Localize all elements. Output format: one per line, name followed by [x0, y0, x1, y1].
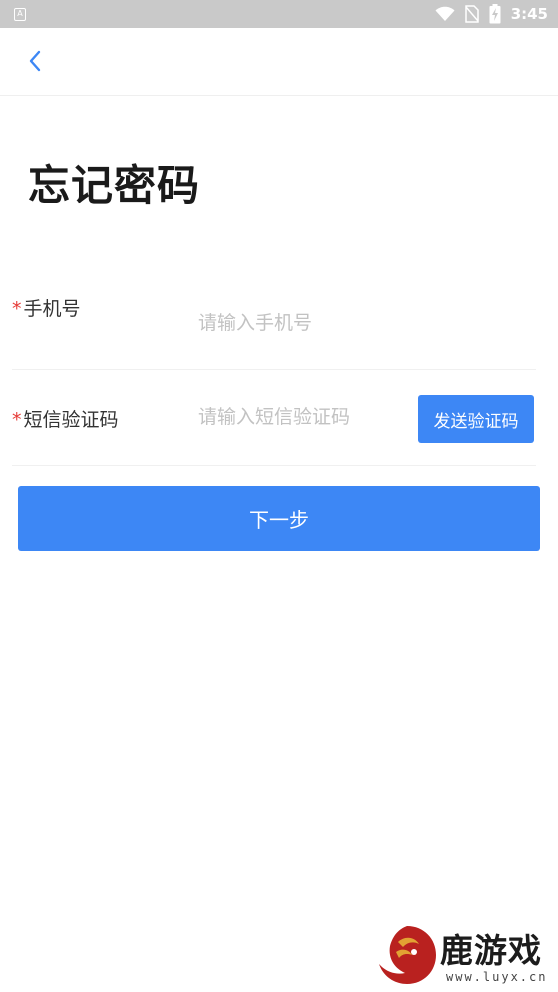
phone-input[interactable] [198, 308, 518, 338]
back-button[interactable] [22, 48, 48, 74]
status-bar: A 3:45 [0, 0, 558, 28]
no-sim-icon [464, 5, 479, 23]
required-mark: * [12, 298, 22, 320]
required-mark: * [12, 409, 22, 431]
status-time: 3:45 [510, 5, 548, 23]
page-title: 忘记密码 [28, 161, 201, 210]
a-notification-letter: A [17, 9, 23, 18]
watermark: 鹿游戏 www.luyx.cn [374, 920, 558, 992]
sms-code-input[interactable] [198, 402, 408, 432]
sms-code-label: 短信验证码 [23, 409, 119, 431]
watermark-brand: 鹿游戏 [440, 931, 542, 970]
chevron-left-icon [29, 50, 41, 72]
sms-code-row: *短信验证码 发送验证码 [12, 371, 536, 466]
a-notification-icon: A [14, 7, 26, 21]
send-code-button[interactable]: 发送验证码 [418, 395, 534, 443]
watermark-url: www.luyx.cn [446, 970, 548, 984]
wifi-icon [435, 6, 455, 21]
phone-label: 手机号 [23, 298, 81, 320]
phone-label-group: * 手机号 [12, 294, 81, 321]
status-right: 3:45 [435, 4, 548, 24]
phone-row: * 手机号 [12, 272, 536, 370]
sms-code-label-group: * 短信验证码 [12, 405, 119, 432]
next-step-button[interactable]: 下一步 [18, 486, 540, 551]
top-nav [0, 28, 558, 96]
deer-logo-icon [379, 926, 436, 984]
battery-charging-icon [489, 4, 501, 24]
status-left: A [14, 7, 26, 21]
